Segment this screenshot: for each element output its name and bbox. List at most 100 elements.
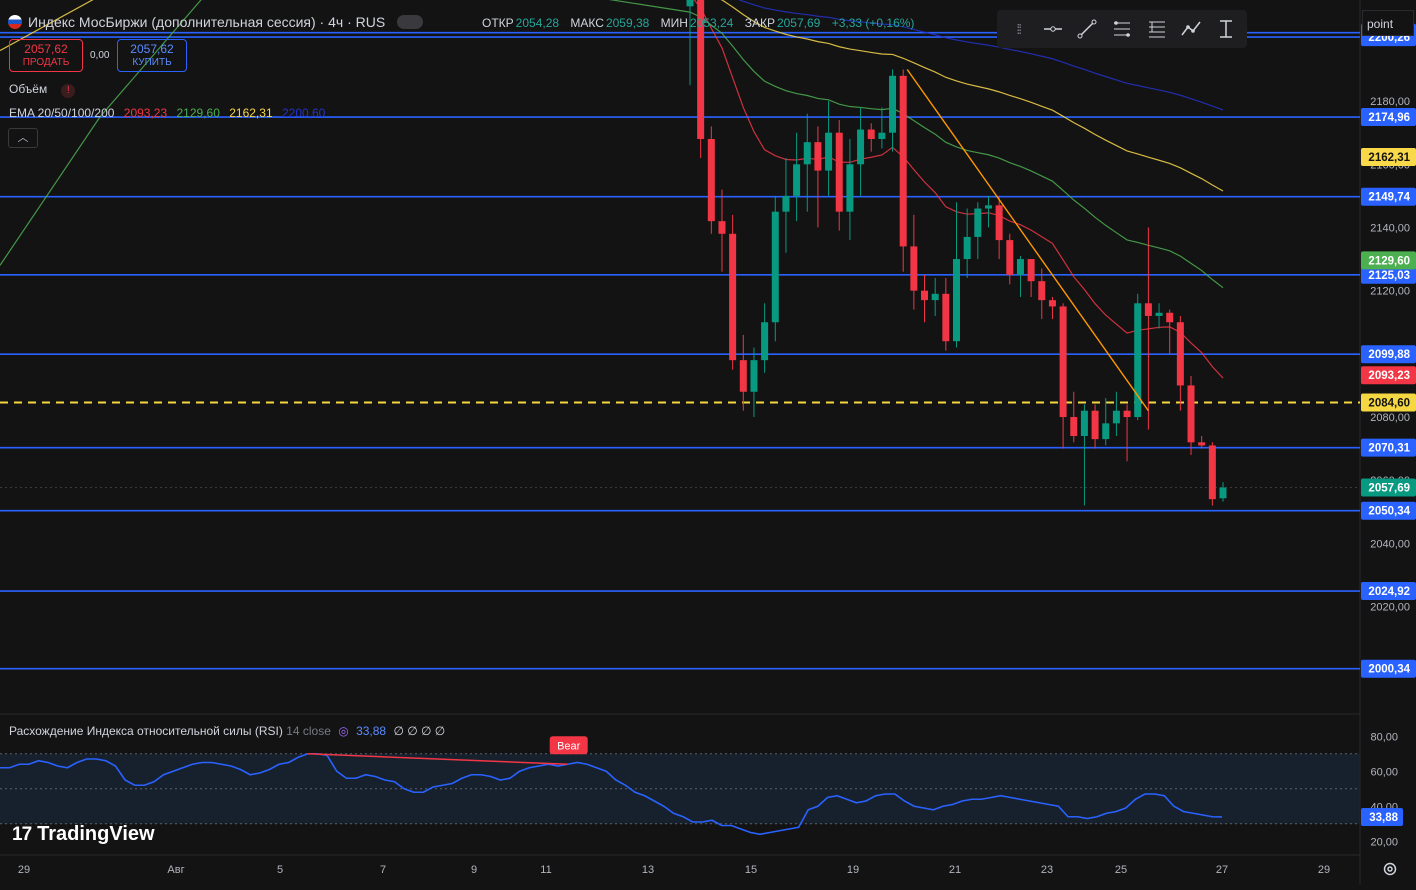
warning-icon[interactable]: ! — [61, 84, 76, 98]
candle-bear — [1123, 410, 1131, 418]
x-tick-label: 29 — [1318, 864, 1330, 876]
level-tag-5-text: 2099,88 — [1368, 349, 1410, 361]
change-value: +3,33 (+0,16%) — [831, 16, 915, 30]
high-value: 2059,38 — [605, 16, 650, 30]
candle-bull — [803, 142, 811, 165]
candle-bull — [953, 259, 960, 342]
level-tag-5: 2099,88 — [1361, 345, 1416, 364]
candle-bear — [942, 293, 950, 342]
rsi-title: Расхождение Индекса относительной силы (… — [9, 724, 283, 738]
level-tag-8-text: 2024,92 — [1368, 586, 1410, 598]
vertical-measure-icon[interactable] — [1213, 16, 1239, 42]
candle-bull — [750, 360, 758, 392]
candle-bear — [1070, 417, 1078, 436]
open-value: 2054,28 — [515, 16, 560, 30]
candle-bull — [1102, 423, 1110, 440]
drawing-toolbar: ⁞⁞ — [997, 10, 1247, 48]
ema50-tag: 2129,60 — [1361, 251, 1416, 270]
ema-legend[interactable]: EMA 20/50/100/200 2093,23 2129,60 2162,3… — [9, 106, 331, 120]
candle-bear — [867, 129, 875, 140]
ema20-tag-text: 2093,23 — [1368, 370, 1410, 382]
point-label[interactable]: point — [1362, 10, 1414, 36]
rsi-legend[interactable]: Расхождение Индекса относительной силы (… — [9, 724, 445, 738]
candle-bear — [1187, 385, 1195, 443]
chart-stage[interactable]: 2180,002160,002140,002120,002100,002080,… — [0, 0, 1416, 885]
candle-bull — [878, 132, 886, 140]
level-tag-6-text: 2070,31 — [1368, 443, 1410, 455]
volume-legend[interactable]: Объём! — [9, 82, 76, 98]
candle-bull — [1016, 259, 1024, 275]
chevron-up-icon: ︿ — [17, 132, 29, 144]
ema50-value: 2129,60 — [176, 106, 220, 120]
candle-bull — [771, 211, 779, 323]
ema50-tag-text: 2129,60 — [1368, 255, 1410, 267]
x-tick-label: 13 — [642, 864, 654, 876]
candle-bear — [899, 75, 907, 247]
y-tick-label: 2120,00 — [1370, 286, 1410, 298]
x-tick-label: 19 — [847, 864, 859, 876]
volume-label: Объём — [9, 82, 48, 96]
level-tag-6: 2070,31 — [1361, 438, 1416, 457]
candle-bull — [1080, 410, 1088, 436]
ema100-tag: 2162,31 — [1361, 147, 1416, 166]
candle-bear — [814, 142, 822, 171]
candle-bear — [1048, 300, 1056, 307]
candle-bull — [984, 205, 992, 209]
candle-bear — [1006, 240, 1014, 275]
candle-bull — [974, 208, 982, 237]
fib-extension-icon[interactable] — [1144, 16, 1170, 42]
trend-line-icon[interactable] — [1074, 16, 1100, 42]
x-tick-label: 9 — [471, 864, 477, 876]
buy-label: КУПИТЬ — [132, 57, 172, 68]
rsi-value: 33,88 — [356, 724, 387, 738]
path-icon[interactable] — [1178, 16, 1204, 42]
candle-bear — [1027, 259, 1035, 282]
grip-icon[interactable]: ⁞⁞ — [1005, 16, 1031, 42]
tradingview-logo[interactable]: 17 TradingView — [12, 823, 155, 846]
ema20-tag: 2093,23 — [1361, 366, 1416, 385]
level-tag-7: 2050,34 — [1361, 501, 1416, 520]
candle-bull — [963, 236, 971, 260]
candle-bear — [1144, 303, 1152, 316]
gear-icon[interactable] — [1382, 861, 1398, 877]
ema20-value: 2093,23 — [123, 106, 168, 120]
symbol-title[interactable]: Индекс МосБиржи (дополнительная сессия) … — [28, 14, 385, 30]
collapse-legend-button[interactable]: ︿ — [8, 128, 38, 148]
candle-bear — [707, 139, 715, 222]
close-value: 2057,69 — [776, 16, 821, 30]
refresh-icon[interactable]: ◎ — [338, 724, 348, 738]
candle-bear — [1038, 281, 1046, 301]
x-tick-label: 29 — [18, 864, 30, 876]
candle-bear — [921, 290, 929, 301]
rsi-value-tag-text: 33,88 — [1369, 812, 1398, 824]
level-tag-3: 2149,74 — [1361, 187, 1416, 206]
russia-flag-icon — [8, 15, 22, 29]
rsi-extras: ∅ ∅ ∅ ∅ — [393, 724, 446, 738]
y-tick-label: 2020,00 — [1370, 602, 1410, 614]
buy-button[interactable]: 2057,62 КУПИТЬ — [117, 39, 187, 72]
spread-value: 0,00 — [90, 50, 110, 61]
candle-bear — [910, 246, 918, 291]
level-tag-3-text: 2149,74 — [1368, 192, 1410, 204]
buy-price: 2057,62 — [130, 42, 174, 56]
rsi-tick-label: 20,00 — [1370, 836, 1398, 848]
candle-bear — [729, 233, 737, 361]
candle-bear — [1198, 442, 1206, 446]
x-tick-label: 21 — [949, 864, 961, 876]
open-key: ОТКР — [482, 16, 514, 30]
chart-canvas[interactable]: 2180,002160,002140,002120,002100,002080,… — [0, 0, 1416, 885]
tradingview-wordmark: TradingView — [37, 823, 155, 845]
horizontal-ray-icon[interactable] — [1040, 16, 1066, 42]
ema100-value: 2162,31 — [229, 106, 273, 120]
fib-retracement-icon[interactable] — [1109, 16, 1135, 42]
candle-bull — [1112, 410, 1120, 424]
level-tag-4-text: 2125,03 — [1368, 270, 1410, 282]
ohlc-readout: ОТКР 2054,28 МАКС 2059,38 МИН 2053,24 ЗАКР 2… — [482, 16, 922, 30]
eye-toggle-icon[interactable] — [397, 15, 424, 29]
candle-bull — [857, 129, 865, 165]
candle-bear — [1208, 445, 1216, 500]
low-key: МИН — [660, 16, 688, 30]
sell-button[interactable]: 2057,62 ПРОДАТЬ — [9, 39, 83, 72]
ema-label: EMA 20/50/100/200 — [9, 106, 115, 120]
candle-bear — [1091, 410, 1099, 440]
